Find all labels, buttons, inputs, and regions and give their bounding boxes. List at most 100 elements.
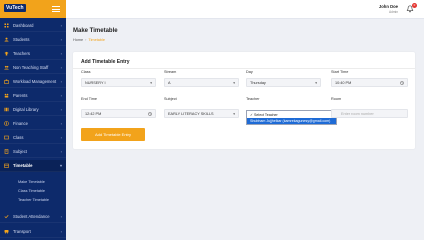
room-input[interactable]: Enter room number [331, 109, 408, 118]
clock-icon[interactable] [400, 81, 404, 85]
chevron-down-icon: ▾ [233, 112, 235, 116]
sidebar-subitem-make-timetable[interactable]: Make Timetable [18, 180, 45, 184]
sidebar-item-label: Timetable [13, 163, 33, 168]
sidebar-item-teachers[interactable]: Teachers › [0, 48, 66, 60]
sidebar-item-finance[interactable]: Finance › [0, 118, 66, 130]
sidebar-item-students[interactable]: Students › [0, 34, 66, 46]
class-label: Class [81, 70, 91, 74]
subject-select-value: EARLY LITERACY SKILLS [168, 112, 214, 116]
chevron-right-icon: › [60, 121, 62, 126]
sidebar-item-label: Subject [13, 149, 27, 154]
class-select-value: NURSERY I [85, 81, 106, 85]
sidebar-item-label: Finance [13, 121, 28, 126]
sidebar-item-digital-library[interactable]: Digital Library › [0, 104, 66, 116]
sidebar-item-label: Students [13, 37, 30, 42]
breadcrumb-home[interactable]: Home [73, 38, 83, 42]
sidebar-subitem-class-timetable[interactable]: Class Timetable [18, 189, 45, 193]
teachers-icon [4, 51, 9, 56]
sidebar-item-transport[interactable]: Transport › [0, 226, 66, 238]
end-time-label: End Time [81, 97, 98, 101]
sidebar: VuTech Dashboard › Students › Teachers › Non T… [0, 0, 66, 240]
staff-icon [4, 65, 9, 70]
sidebar-item-non-teaching-staff[interactable]: Non Teaching Staff › [0, 62, 66, 74]
user-name[interactable]: John Doe [379, 4, 398, 9]
topbar: John Doe Admin 0 [66, 0, 424, 19]
page-title: Make Timetable [73, 28, 118, 34]
sidebar-item-parents[interactable]: Parents › [0, 90, 66, 102]
day-label: Day [246, 70, 253, 74]
room-label: Room [331, 97, 342, 101]
teacher-dropdown[interactable]: ✓ Select Teacher Shubham Jujjhelkar (kam… [246, 110, 337, 125]
sidebar-item-label: Dashboard [13, 23, 34, 28]
chevron-right-icon: › [60, 135, 62, 140]
class-select[interactable]: NURSERY I ▾ [81, 78, 156, 87]
sidebar-item-timetable[interactable]: Timetable ▾ [0, 160, 66, 172]
dashboard-icon [4, 23, 9, 28]
chevron-right-icon: › [60, 149, 62, 154]
transport-icon [4, 230, 9, 234]
parents-icon [4, 93, 9, 98]
sidebar-item-label: Workload Management [13, 79, 57, 84]
app-logo[interactable]: VuTech [4, 4, 26, 12]
chevron-right-icon: › [60, 214, 62, 219]
sidebar-item-label: Transport [13, 229, 31, 234]
user-role: Admin [388, 9, 398, 14]
chevron-right-icon: › [60, 37, 62, 42]
stream-select[interactable]: A ▾ [164, 78, 239, 87]
start-time-label: Start Time [331, 70, 349, 74]
notification-badge: 0 [412, 3, 417, 8]
chevron-right-icon: › [60, 23, 62, 28]
sidebar-item-subject[interactable]: Subject › [0, 146, 66, 158]
stream-select-value: A [168, 81, 171, 85]
sidebar-subitem-teacher-timetable[interactable]: Teacher Timetable [18, 198, 49, 202]
chevron-right-icon: › [60, 93, 62, 98]
sidebar-item-label: Digital Library [13, 107, 39, 112]
attendance-icon [4, 215, 9, 219]
subject-select[interactable]: EARLY LITERACY SKILLS ▾ [164, 109, 239, 118]
chevron-right-icon: › [60, 107, 62, 112]
chevron-right-icon: › [60, 229, 62, 234]
sidebar-item-label: Non Teaching Staff [13, 65, 49, 70]
timetable-icon [4, 163, 9, 168]
sidebar-item-workload-management[interactable]: Workload Management › [0, 76, 66, 88]
stream-label: Stream [164, 70, 177, 74]
end-time-input[interactable]: 12:42 PM [81, 109, 156, 118]
workload-icon [4, 79, 9, 84]
end-time-value: 12:42 PM [85, 112, 102, 116]
sidebar-item-class[interactable]: Class › [0, 132, 66, 144]
teacher-label: Teacher [246, 97, 260, 101]
breadcrumb-separator: › [85, 38, 87, 42]
clock-icon[interactable] [148, 112, 152, 116]
chevron-down-icon: ▾ [315, 81, 317, 85]
chevron-right-icon: › [60, 51, 62, 56]
subject-icon [4, 149, 9, 154]
chevron-down-icon: ▾ [233, 81, 235, 85]
menu-toggle-icon[interactable] [52, 6, 60, 12]
library-icon [4, 107, 9, 112]
add-timetable-entry-button[interactable]: Add Timetable Entry [81, 128, 145, 141]
room-placeholder: Enter room number [341, 112, 374, 116]
card-title: Add Timetable Entry [81, 59, 130, 65]
breadcrumb-current: Timetable [88, 38, 105, 42]
sidebar-item-student-attendance[interactable]: Student Attendance › [0, 211, 66, 223]
divider [73, 68, 415, 69]
start-time-value: 10:40 PM [335, 81, 352, 85]
day-select-value: Thursday [250, 81, 266, 85]
breadcrumb: Home › Timetable [73, 38, 105, 42]
sidebar-item-label: Class [13, 135, 24, 140]
chevron-down-icon: ▾ [150, 81, 152, 85]
chevron-right-icon: › [60, 79, 62, 84]
chevron-down-icon: ▾ [59, 163, 62, 168]
start-time-input[interactable]: 10:40 PM [331, 78, 408, 87]
class-icon [4, 135, 9, 140]
sidebar-item-label: Student Attendance [13, 214, 50, 219]
chevron-right-icon: › [60, 65, 62, 70]
sidebar-item-label: Teachers [13, 51, 30, 56]
students-icon [4, 37, 9, 42]
finance-icon [4, 121, 9, 126]
day-select[interactable]: Thursday ▾ [246, 78, 321, 87]
subject-label: Subject [164, 97, 177, 101]
sidebar-item-dashboard[interactable]: Dashboard › [0, 20, 66, 32]
sidebar-item-label: Parents [13, 93, 28, 98]
teacher-option[interactable]: Shubham Jujjhelkar (kamrekagunesy@gmail.… [247, 118, 336, 124]
